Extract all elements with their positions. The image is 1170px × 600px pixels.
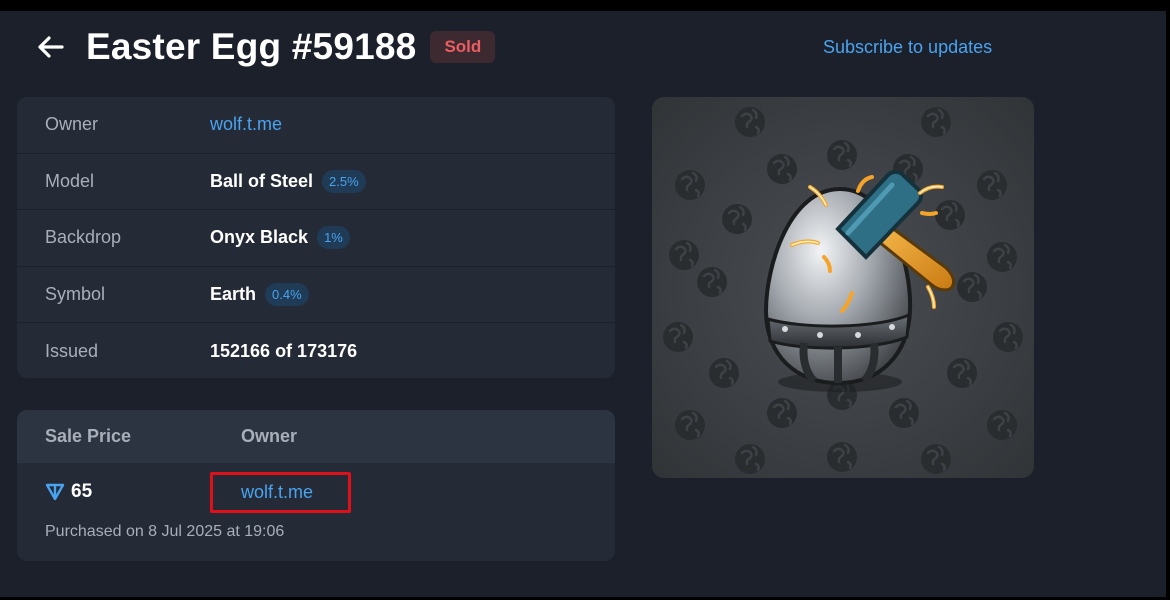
info-row-owner: Owner wolf.t.me bbox=[17, 97, 615, 154]
info-label: Issued bbox=[45, 340, 99, 361]
info-row-backdrop: Backdrop Onyx Black 1% bbox=[17, 210, 615, 267]
issued-value: 152166 of 173176 bbox=[210, 340, 358, 361]
model-value: Ball of Steel 2.5% bbox=[210, 169, 366, 193]
page-header: Easter Egg #59188 Sold bbox=[36, 24, 496, 70]
info-row-model: Model Ball of Steel 2.5% bbox=[17, 154, 615, 210]
right-border bbox=[1166, 0, 1170, 600]
sale-price: 65 bbox=[17, 481, 241, 503]
arrow-left-icon[interactable] bbox=[36, 32, 66, 62]
ton-icon bbox=[45, 483, 65, 501]
top-border bbox=[0, 0, 1170, 11]
info-label: Owner bbox=[45, 114, 99, 135]
owner-value: wolf.t.me bbox=[210, 114, 282, 135]
symbol-value: Earth 0.4% bbox=[210, 282, 309, 306]
backdrop-name: Onyx Black bbox=[210, 227, 309, 248]
info-label: Backdrop bbox=[45, 227, 122, 248]
model-name: Ball of Steel bbox=[210, 170, 314, 191]
backdrop-value: Onyx Black 1% bbox=[210, 226, 350, 250]
rarity-badge[interactable]: 0.4% bbox=[265, 282, 309, 306]
rarity-badge[interactable]: 2.5% bbox=[322, 169, 366, 193]
owner-link[interactable]: wolf.t.me bbox=[210, 114, 282, 135]
sale-owner-header: Owner bbox=[241, 426, 298, 446]
info-label: Model bbox=[45, 170, 95, 191]
gift-image bbox=[652, 97, 1034, 478]
rarity-badge[interactable]: 1% bbox=[317, 226, 350, 250]
info-label: Symbol bbox=[45, 283, 106, 304]
sale-history-table: Sale Price Owner 65 wolf.t.me Purchased … bbox=[17, 410, 615, 561]
gift-artwork bbox=[661, 105, 1025, 476]
info-row-symbol: Symbol Earth 0.4% bbox=[17, 267, 615, 323]
sale-price-value: 65 bbox=[71, 481, 93, 502]
page-title: Easter Egg #59188 bbox=[86, 26, 417, 67]
symbol-name: Earth bbox=[210, 283, 257, 304]
info-row-issued: Issued 152166 of 173176 bbox=[17, 323, 615, 378]
highlight-box bbox=[210, 472, 351, 513]
subscribe-link[interactable]: Subscribe to updates bbox=[823, 37, 992, 58]
sale-price-header: Sale Price bbox=[45, 426, 132, 446]
status-badge: Sold bbox=[430, 31, 496, 63]
purchase-date: Purchased on 8 Jul 2025 at 19:06 bbox=[45, 523, 285, 540]
gift-info-table: Owner wolf.t.me Model Ball of Steel 2.5%… bbox=[17, 97, 615, 378]
sale-table-header: Sale Price Owner bbox=[17, 410, 615, 463]
